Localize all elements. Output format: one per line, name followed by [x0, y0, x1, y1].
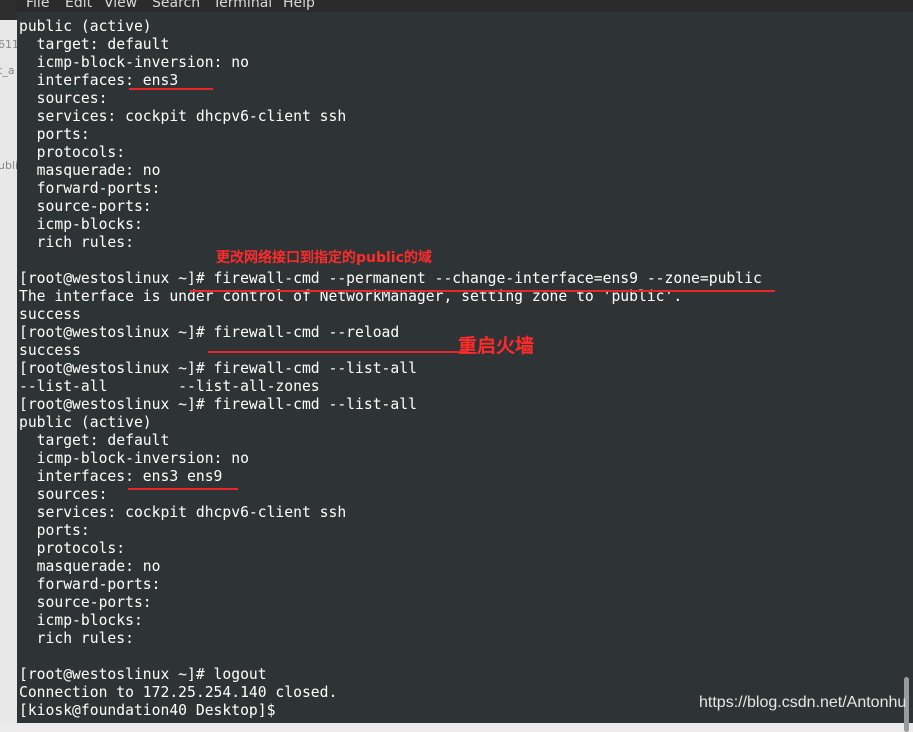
terminal-line: protocols:	[19, 144, 134, 161]
terminal-line: public (active)	[19, 18, 152, 35]
terminal-line: services: cockpit dhcpv6-client ssh	[19, 504, 347, 521]
terminal-line: source-ports:	[19, 198, 161, 215]
terminal-line: ports:	[19, 522, 99, 539]
annotation-underline	[128, 488, 238, 490]
terminal-scrollbar[interactable]	[900, 12, 913, 732]
annotation-change-interface: 更改网络接口到指定的public的域	[216, 250, 432, 266]
background-window-strip: 611 t_a ubli	[0, 0, 18, 723]
terminal-line: icmp-blocks:	[19, 216, 152, 233]
background-window-titlebar	[0, 0, 17, 20]
terminal-line: sources:	[19, 486, 117, 503]
terminal-line: icmp-blocks:	[19, 612, 152, 629]
annotation-underline	[208, 351, 466, 353]
terminal-line-command: [root@westoslinux ~]# firewall-cmd --rel…	[19, 324, 400, 341]
background-text-fragment: ubli	[0, 159, 18, 172]
annotation-underline	[129, 88, 213, 90]
terminal-line: Connection to 172.25.254.140 closed.	[19, 684, 338, 701]
terminal-line: icmp-block-inversion: no	[19, 54, 249, 71]
background-text-fragment: t_a	[0, 64, 15, 77]
terminal-line-command: [root@westoslinux ~]# firewall-cmd --lis…	[19, 396, 417, 413]
terminal-line: source-ports:	[19, 594, 161, 611]
terminal-line: services: cockpit dhcpv6-client ssh	[19, 108, 347, 125]
terminal-line: interfaces: ens3 ens9	[19, 468, 223, 485]
terminal-line: forward-ports:	[19, 576, 170, 593]
terminal-line: icmp-block-inversion: no	[19, 450, 249, 467]
terminal-line-command: [root@westoslinux ~]# firewall-cmd --lis…	[19, 360, 417, 377]
terminal-line-command: [root@westoslinux ~]# firewall-cmd --per…	[19, 270, 762, 287]
terminal-line: sources:	[19, 90, 117, 107]
terminal-output[interactable]: public (active) target: default icmp-blo…	[17, 12, 900, 723]
terminal-line: forward-ports:	[19, 180, 170, 197]
terminal-line: --list-all --list-all-zones	[19, 378, 320, 395]
menu-file[interactable]: File	[26, 0, 49, 11]
watermark-text: https://blog.csdn.net/Antonhu	[699, 694, 907, 711]
terminal-line: rich rules:	[19, 630, 143, 647]
annotation-restart-firewall: 重启火墙	[458, 335, 535, 357]
terminal-line: masquerade: no	[19, 162, 161, 179]
terminal-line: rich rules:	[19, 234, 143, 251]
background-text-fragment: 611	[0, 38, 18, 51]
menu-help[interactable]: Help	[283, 0, 315, 11]
terminal-line: target: default	[19, 36, 170, 53]
terminal-prompt[interactable]: [kiosk@foundation40 Desktop]$	[19, 702, 284, 720]
terminal-line: masquerade: no	[19, 558, 161, 575]
terminal-line: public (active)	[19, 414, 152, 431]
menu-view[interactable]: View	[104, 0, 137, 11]
terminal-menubar: File Edit View Search Terminal Help	[17, 0, 913, 12]
annotation-underline	[190, 290, 775, 292]
menu-search[interactable]: Search	[152, 0, 200, 11]
terminal-line: ports:	[19, 126, 99, 143]
terminal-line: success	[19, 306, 81, 323]
terminal-line: protocols:	[19, 540, 134, 557]
terminal-line: success	[19, 342, 81, 359]
terminal-line: target: default	[19, 432, 170, 449]
terminal-line-command: [root@westoslinux ~]# logout	[19, 666, 267, 683]
menu-terminal[interactable]: Terminal	[213, 0, 272, 11]
menu-edit[interactable]: Edit	[65, 0, 92, 11]
